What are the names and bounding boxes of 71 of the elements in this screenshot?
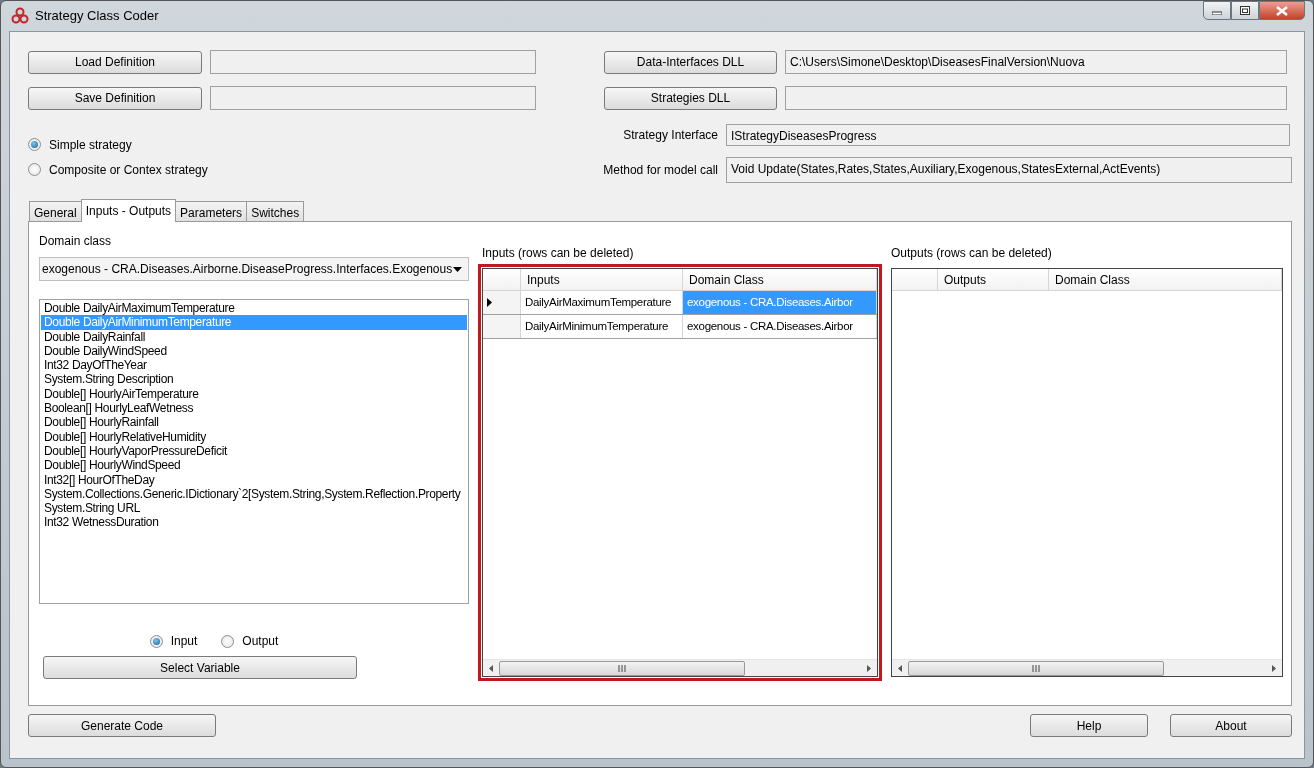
list-item[interactable]: System.Collections.Generic.IDictionary`2[System.String,System.Reflection.Property: [41, 486, 467, 502]
column-header[interactable]: Domain Class: [683, 269, 877, 290]
row-header[interactable]: [483, 291, 521, 314]
text-field[interactable]: IStrategyDiseasesProgress: [726, 124, 1290, 146]
generate-code-button[interactable]: Generate Code: [28, 714, 216, 737]
list-item[interactable]: Boolean[] HourlyLeafWetness: [41, 401, 467, 416]
radio-button[interactable]: [221, 634, 235, 648]
table-cell: DailyAirMinimumTemperature: [521, 315, 683, 338]
list-item[interactable]: System.String Description: [41, 372, 467, 387]
table-cell: exogenous - CRA.Diseases.Airbor: [683, 291, 877, 314]
text-field[interactable]: Void Update(States,Rates,States,Auxiliary,Exogenous,StatesExternal,ActEvents): [726, 157, 1292, 183]
horizontal-scrollbar[interactable]: [483, 659, 877, 676]
dropdown-arrow-icon: [453, 266, 462, 272]
list-item[interactable]: Double[] HourlyAirTemperature: [41, 386, 467, 402]
radio-button[interactable]: [149, 634, 163, 648]
grid-title: Inputs (rows can be deleted): [482, 245, 635, 262]
app-logo-icon: [11, 7, 29, 25]
path-field[interactable]: [210, 86, 536, 110]
radio-label: Output: [242, 633, 279, 650]
data-grid[interactable]: Outputs Domain Class: [891, 268, 1283, 677]
path-field[interactable]: C:\Users\Simone\Desktop\DiseasesFinalVersion\Nuova: [785, 50, 1287, 74]
radio-label: Input: [170, 633, 198, 650]
list-item[interactable]: Double[] HourlyRainfall: [41, 415, 467, 430]
field-label: Domain class: [39, 233, 113, 250]
column-header[interactable]: Outputs: [938, 269, 1049, 290]
list-item[interactable]: Double DailyRainfall: [41, 329, 467, 344]
column-header[interactable]: Inputs: [521, 269, 683, 290]
restore-icon: [1240, 6, 1250, 15]
tab[interactable]: Inputs - Outputs: [80, 199, 177, 222]
close-icon: [1276, 5, 1288, 16]
close-button[interactable]: [1259, 1, 1305, 20]
field-label: Method for model call: [602, 162, 718, 179]
grip-icon: [617, 664, 627, 672]
file-button[interactable]: Data-Interfaces DLL: [604, 50, 777, 74]
minimize-button[interactable]: [1203, 1, 1231, 20]
list-item[interactable]: Double[] HourlyRelativeHumidity: [41, 429, 467, 444]
window-title: Strategy Class Coder: [35, 7, 159, 26]
radio-label: Simple strategy: [49, 136, 132, 154]
radio-label: Composite or Contex strategy: [49, 161, 208, 179]
tab[interactable]: Parameters: [175, 201, 248, 221]
file-button[interactable]: Save Definition: [28, 86, 202, 110]
horizontal-scrollbar[interactable]: [892, 659, 1282, 676]
list-item[interactable]: Int32 DayOfTheYear: [41, 358, 467, 373]
list-item[interactable]: Int32[] HourOfTheDay: [41, 472, 467, 487]
list-item[interactable]: Int32 WetnessDuration: [41, 515, 467, 530]
list-item[interactable]: Double[] HourlyVaporPressureDeficit: [41, 443, 467, 459]
radio-button[interactable]: [28, 163, 41, 176]
path-field[interactable]: [785, 86, 1287, 110]
column-header[interactable]: Domain Class: [1049, 269, 1282, 290]
tab[interactable]: General: [29, 201, 82, 221]
path-field[interactable]: [210, 50, 536, 74]
row-pointer-icon: [487, 298, 492, 307]
table-cell: exogenous - CRA.Diseases.Airbor: [683, 315, 877, 338]
footer-button[interactable]: Help: [1030, 714, 1148, 737]
grip-icon: [1031, 664, 1041, 672]
list-item[interactable]: Double DailyWindSpeed: [41, 343, 467, 359]
domain-class-dropdown[interactable]: exogenous - CRA.Diseases.Airborne.DiseaseProgress.Interfaces.Exogenous: [39, 257, 469, 281]
list-item[interactable]: Double[] HourlyWindSpeed: [41, 458, 467, 473]
list-item[interactable]: System.String URL: [41, 501, 467, 516]
data-grid[interactable]: Inputs Domain Class DailyAirMaximumTemperature exogenous - CRA.Diseases.Airbor DailyAirMinimumTemperature exogenous - CRA.Diseases.Airbor: [482, 268, 878, 677]
list-item[interactable]: Double DailyAirMaximumTemperature: [41, 301, 467, 316]
select-variable-button[interactable]: Select Variable: [43, 656, 357, 679]
field-label: Strategy Interface: [622, 127, 718, 144]
grid-title: Outputs (rows can be deleted): [891, 245, 1053, 262]
tab[interactable]: Switches: [246, 201, 305, 221]
radio-button[interactable]: [28, 138, 41, 151]
maximize-button[interactable]: [1231, 1, 1259, 20]
file-button[interactable]: Strategies DLL: [604, 86, 777, 110]
footer-button[interactable]: About: [1170, 714, 1292, 737]
file-button[interactable]: Load Definition: [28, 50, 202, 74]
variable-list[interactable]: [39, 299, 469, 604]
